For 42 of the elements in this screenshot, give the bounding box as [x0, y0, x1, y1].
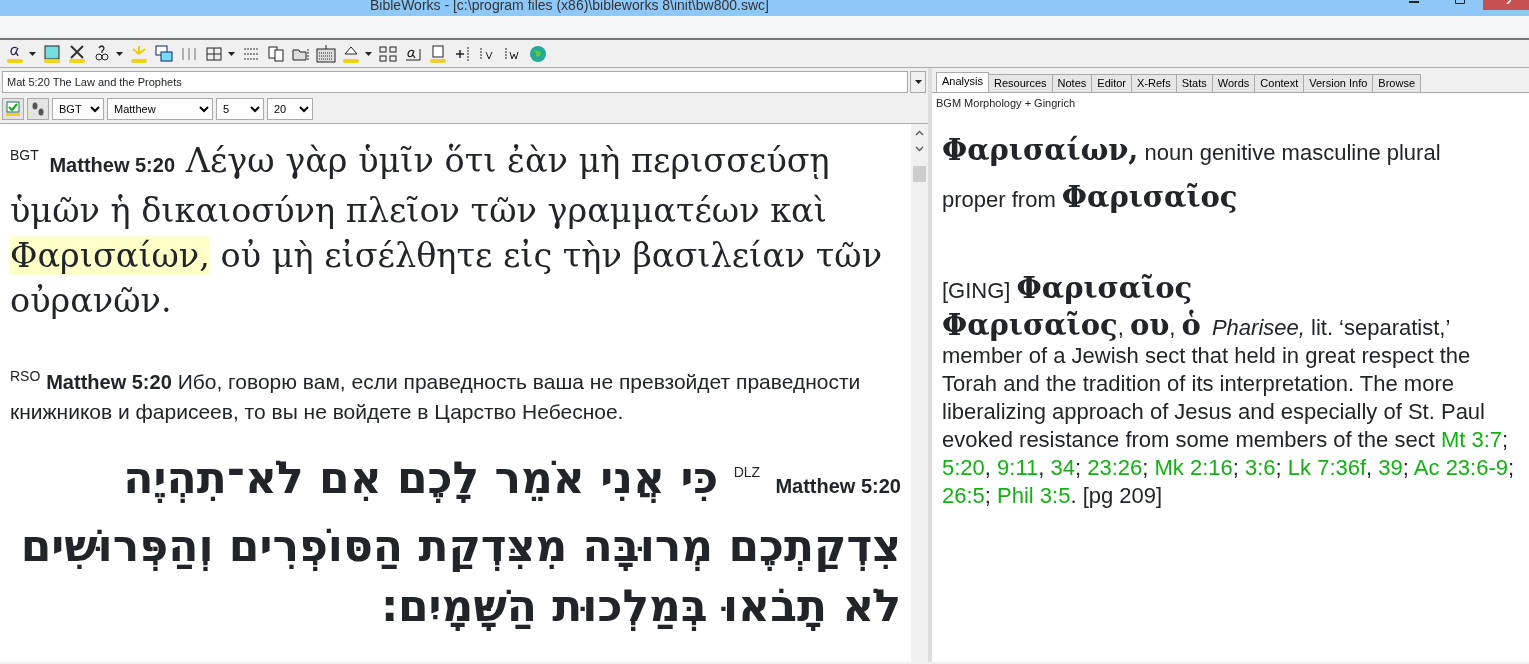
caret-icon	[914, 80, 922, 84]
lexicon-tag: [GING]	[942, 277, 1011, 303]
tab[interactable]: Notes	[1051, 74, 1093, 92]
tab[interactable]: Words	[1211, 74, 1256, 92]
definition-text: Φαρισαῖος, ου, ὁ Pharisee, lit. ‘separatist,’ member of a Jewish sect that held in great respect the Torah and the tradition of its interpretation. The more liberalizing approach of Jesus and especially of St. Paul evoked resistance from some members of the sect Mt 3:7; 5:20, 9:11, 34; 23:26; Mk 2:16; 3:6; Lk 7:36f, 39; Ac 23:6-9; 26:5; Phil 3:5. [pg 209]	[942, 310, 1516, 510]
tab[interactable]: Resources	[987, 74, 1053, 92]
maximize-icon	[1455, 0, 1465, 4]
lexicon-lemma: Φαρισαῖος	[1016, 270, 1193, 305]
keyboard-icon[interactable]	[315, 42, 337, 65]
tab[interactable]: Version Info	[1303, 74, 1374, 92]
scrollbar[interactable]	[911, 124, 928, 662]
tab[interactable]: Editor	[1091, 74, 1133, 92]
caret-icon	[365, 51, 372, 56]
caret-icon	[228, 51, 235, 56]
window-icon[interactable]	[41, 42, 63, 65]
tab[interactable]: Analysis	[936, 72, 989, 92]
tab[interactable]: X-Refs	[1131, 74, 1177, 92]
book-select[interactable]: Matthew	[107, 98, 213, 120]
scroll-down-icon	[915, 146, 924, 152]
check-icon	[5, 101, 21, 117]
footprints-icon	[30, 101, 46, 117]
tab[interactable]: Browse	[1372, 74, 1422, 92]
verse-text: $^{RSO}$ Matthew 5:20 Ибо, говорю вам, если праведность ваша не превзойдет праведности книжников и фарисеев, то вы не войдете в Царство Небесное.	[10, 367, 862, 425]
verse-text: $^{BGT}$ Matthew 5:20 Λέγω γὰρ ὑμῖν ὅτι ἐὰν μὴ περισσεύσῃ ὑμῶν ἡ δικαιοσύνη πλεῖον τῶν γραμματέων καὶ Φαρισαίων, οὐ μὴ εἰσέλθητε εἰς τὴν βασιλείαν τῶν οὐρανῶν.	[10, 140, 883, 322]
scrollbar-thumb[interactable]	[913, 166, 926, 182]
tab[interactable]: Context	[1254, 74, 1305, 92]
verse-select[interactable]: 20	[267, 98, 313, 120]
windows-icon[interactable]	[153, 42, 175, 65]
window-title: BibleWorks - [c:\program files (x86)\bibleworks 8\init\bw800.swc]	[370, 0, 769, 12]
footprints-button[interactable]	[27, 98, 49, 120]
caret-icon	[29, 51, 36, 56]
minimize-icon	[1409, 0, 1419, 4]
analysis-text: Φαρισαίων, noun genitive masculine plural proper from Φαρισαῖος	[941, 131, 1442, 216]
checklist-button[interactable]	[2, 98, 24, 120]
dropdown-button[interactable]	[910, 71, 926, 93]
caret-icon	[116, 51, 123, 56]
scroll-up-icon	[915, 130, 924, 136]
tab[interactable]: Stats	[1175, 74, 1213, 92]
version-select[interactable]: BGT	[52, 98, 104, 120]
reference-field[interactable]: Mat 5:20 The Law and the Prophets	[2, 71, 908, 93]
highlighted-word: Φαρισαίων,	[10, 236, 210, 275]
chapter-select[interactable]: 5	[216, 98, 264, 120]
